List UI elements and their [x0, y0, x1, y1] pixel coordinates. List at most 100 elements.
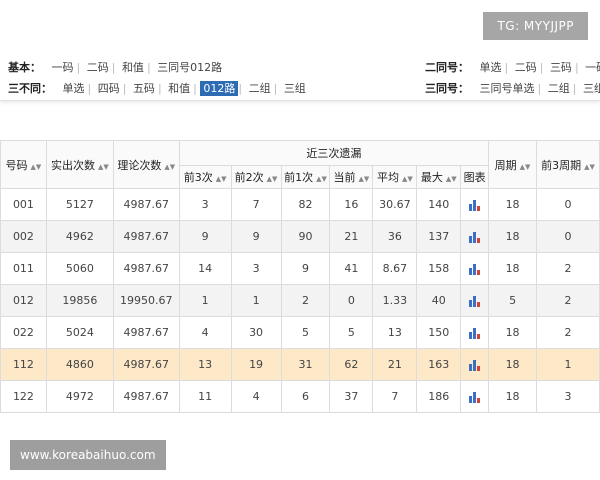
- filter-threediff-012-active[interactable]: 012路: [200, 81, 239, 96]
- filter-threesame-group3[interactable]: 三组: [580, 82, 600, 95]
- filter-basic-two-code[interactable]: 二码: [84, 61, 112, 74]
- col-header-actual[interactable]: 实出次数 ▲▼: [45, 140, 114, 189]
- col-header-theory[interactable]: 理论次数 ▲▼: [112, 140, 180, 189]
- filter-label-threediff: 三不同：: [8, 82, 52, 95]
- separator: |: [157, 82, 162, 95]
- filter-label-threesame: 三同号：: [425, 82, 469, 95]
- cell-average: 30.67: [372, 188, 418, 221]
- table-row[interactable]: 122 4972 4987.67 11 4 6 37 7 186 18 3: [0, 380, 600, 413]
- filter-threediff-five-code[interactable]: 五码: [130, 82, 158, 95]
- filter-threediff-group3[interactable]: 三组: [281, 82, 309, 95]
- sort-icon[interactable]: ▲▼: [267, 175, 278, 183]
- col-header-prev3[interactable]: 前3次 ▲▼: [178, 165, 232, 189]
- separator: |: [572, 82, 577, 95]
- cell-prev2: 9: [230, 220, 282, 253]
- table-row[interactable]: 002 4962 4987.67 9 9 90 21 36 137 18 0: [0, 220, 600, 253]
- filter-twosame-two-code[interactable]: 二码: [512, 61, 540, 74]
- cell-current: 16: [329, 188, 374, 221]
- filter-basic-sum[interactable]: 和值: [119, 61, 147, 74]
- separator: |: [76, 61, 81, 74]
- cell-current: 5: [329, 316, 374, 349]
- cell-actual: 4972: [45, 380, 114, 413]
- filter-twosame-three-code[interactable]: 三码: [547, 61, 575, 74]
- separator: |: [238, 82, 243, 95]
- filter-threediff-sum[interactable]: 和值: [165, 82, 193, 95]
- cell-prev2: 7: [230, 188, 282, 221]
- filter-threesame-group2[interactable]: 二组: [545, 82, 573, 95]
- bar-chart-icon[interactable]: [468, 231, 481, 243]
- cell-chart[interactable]: [460, 380, 490, 413]
- filter-threediff-four-code[interactable]: 四码: [95, 82, 123, 95]
- sort-icon[interactable]: ▲▼: [216, 175, 227, 183]
- sort-icon[interactable]: ▲▼: [402, 175, 413, 183]
- cell-chart[interactable]: [460, 252, 490, 285]
- filter-label-basic: 基本：: [8, 61, 41, 74]
- table-row[interactable]: 001 5127 4987.67 3 7 82 16 30.67 140 18 0: [0, 188, 600, 221]
- filter-threediff-single[interactable]: 单选: [60, 82, 88, 95]
- cell-chart[interactable]: [460, 220, 490, 253]
- cell-current: 62: [329, 348, 374, 381]
- table-row[interactable]: 011 5060 4987.67 14 3 9 41 8.67 158 18 2: [0, 252, 600, 285]
- filter-basic-three-same-012[interactable]: 三同号012路: [154, 61, 225, 74]
- table-row[interactable]: 022 5024 4987.67 4 30 5 5 13 150 18 2: [0, 316, 600, 349]
- cell-code: 022: [0, 316, 47, 349]
- cell-average: 7: [372, 380, 418, 413]
- separator: |: [273, 82, 278, 95]
- sort-icon[interactable]: ▲▼: [164, 163, 175, 171]
- separator: |: [122, 82, 127, 95]
- bar-chart-icon[interactable]: [468, 263, 481, 275]
- cell-max: 186: [416, 380, 462, 413]
- cell-max: 140: [416, 188, 462, 221]
- cell-prev3cycle: 0: [536, 188, 600, 221]
- cell-prev3: 14: [178, 252, 232, 285]
- sort-icon[interactable]: ▲▼: [520, 163, 531, 171]
- filter-threesame-single[interactable]: 三同号单选: [477, 82, 538, 95]
- filter-twosame-single[interactable]: 单选: [477, 61, 505, 74]
- col-header-code[interactable]: 号码 ▲▼: [0, 140, 47, 189]
- bar-chart-icon[interactable]: [468, 295, 481, 307]
- sort-icon[interactable]: ▲▼: [316, 175, 327, 183]
- col-header-prev3cycle[interactable]: 前3周期 ▲▼: [536, 140, 600, 189]
- sort-icon[interactable]: ▲▼: [359, 175, 370, 183]
- cell-code: 011: [0, 252, 47, 285]
- cell-prev3: 3: [178, 188, 232, 221]
- cell-chart[interactable]: [460, 348, 490, 381]
- filter-twosame-one-code[interactable]: 一码: [582, 61, 600, 74]
- separator: |: [111, 61, 116, 74]
- cell-code: 012: [0, 284, 47, 317]
- bar-chart-icon[interactable]: [468, 391, 481, 403]
- sort-icon[interactable]: ▲▼: [31, 163, 42, 171]
- separator: |: [574, 61, 579, 74]
- cell-chart[interactable]: [460, 316, 490, 349]
- cell-prev1: 6: [280, 380, 331, 413]
- cell-prev2: 4: [230, 380, 282, 413]
- cell-max: 150: [416, 316, 462, 349]
- col-header-cycle[interactable]: 周期 ▲▼: [488, 140, 537, 189]
- cell-prev2: 19: [230, 348, 282, 381]
- cell-max: 137: [416, 220, 462, 253]
- bar-chart-icon[interactable]: [468, 199, 481, 211]
- col-header-prev2[interactable]: 前2次 ▲▼: [230, 165, 282, 189]
- sort-icon[interactable]: ▲▼: [98, 163, 109, 171]
- cell-actual: 4962: [45, 220, 114, 253]
- col-header-average[interactable]: 平均 ▲▼: [372, 165, 418, 189]
- cell-average: 36: [372, 220, 418, 253]
- col-header-prev1[interactable]: 前1次 ▲▼: [280, 165, 331, 189]
- tg-watermark: TG: MYYJJPP: [483, 12, 588, 40]
- cell-chart[interactable]: [460, 188, 490, 221]
- bar-chart-icon[interactable]: [468, 359, 481, 371]
- table-row[interactable]: 112 4860 4987.67 13 19 31 62 21 163 18 1: [0, 348, 600, 381]
- table-row[interactable]: 012 19856 19950.67 1 1 2 0 1.33 40 5 2: [0, 284, 600, 317]
- cell-cycle: 18: [488, 348, 537, 381]
- filter-threediff-group2[interactable]: 二组: [246, 82, 274, 95]
- separator: |: [146, 61, 151, 74]
- col-header-max[interactable]: 最大 ▲▼: [416, 165, 462, 189]
- col-header-current[interactable]: 当前 ▲▼: [329, 165, 374, 189]
- sort-icon[interactable]: ▲▼: [584, 163, 595, 171]
- sort-icon[interactable]: ▲▼: [446, 175, 457, 183]
- filter-row-twosame: 二同号： 单选| 二码| 三码| 一码: [425, 58, 600, 78]
- cell-actual: 5127: [45, 188, 114, 221]
- filter-basic-one-code[interactable]: 一码: [49, 61, 77, 74]
- cell-chart[interactable]: [460, 284, 490, 317]
- bar-chart-icon[interactable]: [468, 327, 481, 339]
